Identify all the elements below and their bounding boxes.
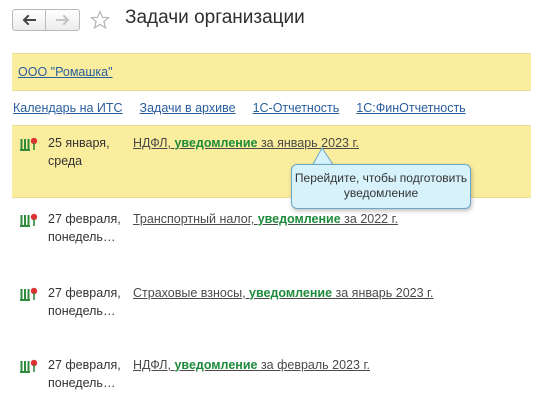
task-period: за январь 2023 г. [332,286,434,300]
task-description-link[interactable]: Транспортный налог, уведомление за 2022 … [133,210,398,228]
tooltip-text: Перейдите, чтобы подготовить уведомление [294,171,468,200]
task-date: 27 февраля, понедель… [48,358,121,390]
quick-links: Календарь на ИТС Задачи в архиве 1С-Отче… [13,101,483,115]
task-period: за 2022 г. [340,212,399,226]
task-text: Страховые взносы, [133,286,250,300]
hint-tooltip: Перейдите, чтобы подготовить уведомление [291,164,471,209]
back-button[interactable] [12,9,46,31]
organization-link[interactable]: ООО "Ромашка" [18,65,113,79]
task-keyword: уведомление [174,358,258,372]
calendar-its-link[interactable]: Календарь на ИТС [13,101,123,115]
star-icon[interactable] [90,10,110,30]
calendar-task-icon [20,287,38,301]
task-text: НДФЛ, [133,136,175,150]
task-keyword: уведомление [249,286,333,300]
1c-reporting-link[interactable]: 1С-Отчетность [253,101,340,115]
forward-button[interactable] [46,9,80,31]
archive-tasks-link[interactable]: Задачи в архиве [140,101,236,115]
task-text: НДФЛ, [133,358,175,372]
task-keyword: уведомление [174,136,258,150]
task-text: Транспортный налог, [133,212,258,226]
page-title: Задачи организации [125,7,305,28]
arrow-right-icon [55,14,69,26]
calendar-task-icon [20,359,38,373]
task-date: 25 января, среда [48,136,110,168]
task-keyword: уведомление [257,212,341,226]
task-description-link[interactable]: Страховые взносы, уведомление за январь … [133,284,434,302]
toolbar [12,8,110,32]
task-date: 27 февраля, понедель… [48,212,121,244]
task-description-link[interactable]: НДФЛ, уведомление за февраль 2023 г. [133,356,370,374]
1c-finreporting-link[interactable]: 1С:ФинОтчетность [356,101,465,115]
calendar-task-icon [20,213,38,227]
task-period: за февраль 2023 г. [257,358,370,372]
calendar-task-icon [20,137,38,151]
arrow-left-icon [22,14,36,26]
organization-bar: ООО "Ромашка" [12,53,531,91]
task-date: 27 февраля, понедель… [48,286,121,318]
